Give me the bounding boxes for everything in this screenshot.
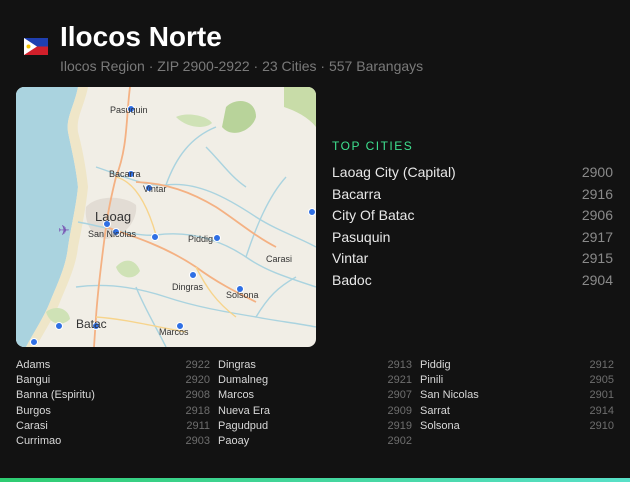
- city-name: Piddig: [420, 359, 451, 371]
- city-row[interactable]: Burgos 2918: [16, 404, 210, 419]
- city-name: Carasi: [16, 419, 48, 432]
- map-label-laoag: Laoag: [95, 209, 131, 224]
- top-city-row[interactable]: Pasuquin 2917: [332, 227, 613, 249]
- map-label-marcos: Marcos: [159, 327, 189, 337]
- city-zip: 2910: [589, 419, 614, 432]
- city-zip: 2903: [185, 434, 210, 447]
- map-marker[interactable]: [55, 322, 63, 330]
- map-label-dingras: Dingras: [172, 282, 204, 292]
- top-city-zip: 2904: [581, 271, 613, 288]
- city-name: Pinili: [420, 374, 444, 387]
- top-city-zip: 2915: [581, 250, 613, 267]
- top-city-name: Badoc: [332, 271, 372, 288]
- map-marker[interactable]: [189, 271, 197, 279]
- city-name: Adams: [16, 359, 51, 371]
- city-name: Nueva Era: [218, 404, 270, 417]
- airport-icon: ✈: [58, 222, 70, 238]
- top-city-zip: 2906: [581, 207, 613, 224]
- city-name: Dumalneg: [218, 374, 269, 387]
- top-city-row[interactable]: Laoag City (Capital) 2900: [332, 162, 613, 184]
- city-zip: 2913: [387, 359, 412, 371]
- top-city-row[interactable]: Bacarra 2916: [332, 184, 613, 206]
- top-cities-heading: TOP CITIES: [332, 139, 414, 153]
- top-city-name: Bacarra: [332, 185, 382, 202]
- map-label-bacarra: Bacarra: [109, 169, 141, 179]
- city-name: Pagudpud: [218, 419, 269, 432]
- top-city-name: Laoag City (Capital): [332, 164, 456, 180]
- city-zip: 2909: [387, 404, 412, 417]
- city-row[interactable]: Marcos 2907: [218, 388, 412, 403]
- province-map[interactable]: ✈ Pasuquin Bacarra Vintar Laoag San Nico…: [16, 87, 316, 347]
- city-row[interactable]: Piddig 2912: [420, 358, 614, 373]
- city-zip: 2914: [589, 404, 614, 417]
- map-label-solsona: Solsona: [226, 290, 259, 300]
- map-marker[interactable]: [30, 338, 38, 346]
- top-city-row[interactable]: Vintar 2915: [332, 248, 613, 270]
- city-name: San Nicolas: [420, 389, 479, 402]
- city-column-2: Dingras 2913 Dumalneg 2921 Marcos 2907 Nuev…: [218, 358, 412, 449]
- city-row[interactable]: Dumalneg 2921: [218, 373, 412, 388]
- top-city-name: City Of Batac: [332, 207, 415, 224]
- city-column-1: Adams 2922 Bangui 2920 Banna (Espiritu) 290…: [16, 358, 210, 449]
- city-zip: 2908: [185, 389, 210, 402]
- city-name: Marcos: [218, 389, 255, 402]
- top-city-zip: 2917: [581, 228, 613, 245]
- city-zip: 2912: [589, 359, 614, 371]
- city-row[interactable]: Solsona 2910: [420, 419, 614, 434]
- city-name: Bangui: [16, 374, 51, 387]
- top-city-name: Pasuquin: [332, 228, 391, 245]
- city-row[interactable]: Dingras 2913: [218, 358, 412, 373]
- city-zip: 2918: [185, 404, 210, 417]
- top-city-zip: 2916: [581, 185, 613, 202]
- map-label-pasuquin: Pasuquin: [110, 105, 148, 115]
- city-zip: 2922: [185, 359, 210, 371]
- city-name: Banna (Espiritu): [16, 389, 95, 402]
- map-label-piddig: Piddig: [188, 234, 213, 244]
- city-row[interactable]: Adams 2922: [16, 358, 210, 373]
- top-city-row[interactable]: City Of Batac 2906: [332, 205, 613, 227]
- city-row[interactable]: Paoay 2902: [218, 434, 412, 449]
- city-row[interactable]: Currimao 2903: [16, 434, 210, 449]
- city-zip: 2901: [589, 389, 614, 402]
- city-zip: 2905: [589, 374, 614, 387]
- city-name: Currimao: [16, 434, 62, 447]
- city-zip: 2907: [387, 389, 412, 402]
- map-marker[interactable]: [213, 234, 221, 242]
- city-zip: 2911: [186, 419, 210, 432]
- map-marker[interactable]: [151, 233, 159, 241]
- bottom-accent-bar: [0, 478, 630, 482]
- city-row[interactable]: Sarrat 2914: [420, 404, 614, 419]
- city-row[interactable]: Pagudpud 2919: [218, 419, 412, 434]
- city-name: Burgos: [16, 404, 51, 417]
- map-label-carasi: Carasi: [266, 254, 292, 264]
- map-label-batac: Batac: [76, 317, 107, 331]
- city-row[interactable]: Banna (Espiritu) 2908: [16, 388, 210, 403]
- city-zip: 2920: [185, 374, 210, 387]
- page-title: Ilocos Norte: [60, 21, 222, 52]
- top-city-row[interactable]: Badoc 2904: [332, 270, 613, 292]
- city-column-3: Piddig 2912 Pinili 2905 San Nicolas 2901 Sa…: [420, 358, 614, 449]
- top-city-zip: 2900: [581, 164, 613, 180]
- map-marker[interactable]: [308, 208, 316, 216]
- city-name: Dingras: [218, 359, 256, 371]
- city-row[interactable]: Nueva Era 2909: [218, 404, 412, 419]
- city-zip: 2921: [387, 374, 412, 387]
- city-name: Paoay: [218, 434, 250, 447]
- all-cities-grid: Adams 2922 Bangui 2920 Banna (Espiritu) 290…: [16, 358, 614, 449]
- map-label-vintar: Vintar: [143, 184, 166, 194]
- city-row[interactable]: Carasi 2911: [16, 419, 210, 434]
- top-city-name: Vintar: [332, 250, 369, 267]
- city-zip: 2919: [387, 419, 412, 432]
- page-subtitle: Ilocos Region · ZIP 2900-2922 · 23 Citie…: [60, 58, 424, 74]
- city-row[interactable]: Bangui 2920: [16, 373, 210, 388]
- philippines-flag-icon: [24, 38, 48, 55]
- city-name: Sarrat: [420, 404, 450, 417]
- city-zip: 2902: [387, 434, 412, 447]
- city-name: Solsona: [420, 419, 460, 432]
- map-label-san-nicolas: San Nicolas: [88, 229, 137, 239]
- city-row[interactable]: Pinili 2905: [420, 373, 614, 388]
- city-row[interactable]: San Nicolas 2901: [420, 388, 614, 403]
- top-cities-list: Laoag City (Capital) 2900 Bacarra 2916 C…: [332, 162, 613, 292]
